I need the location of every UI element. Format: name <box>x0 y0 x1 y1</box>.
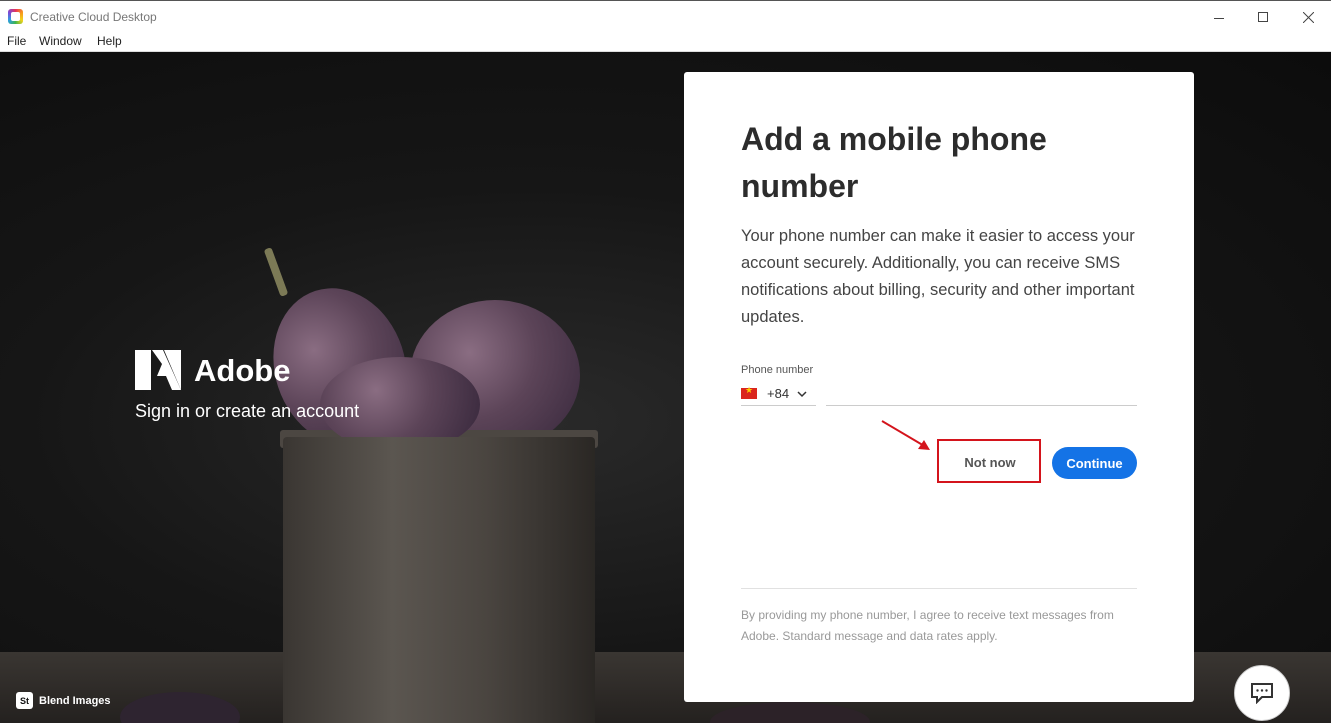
menu-file[interactable]: File <box>7 34 26 48</box>
credit-text: Blend Images <box>39 694 111 707</box>
phone-dialog: Add a mobile phone number Your phone num… <box>684 72 1194 702</box>
vietnam-flag-icon <box>741 385 757 399</box>
maximize-button[interactable] <box>1240 1 1286 33</box>
country-code: +84 <box>767 386 790 401</box>
maximize-icon <box>1258 12 1268 22</box>
menu-help[interactable]: Help <box>97 34 122 48</box>
phone-label: Phone number <box>741 364 814 376</box>
brand-tagline: Sign in or create an account <box>135 401 360 421</box>
country-code-picker[interactable]: +84 <box>741 382 816 406</box>
not-now-button[interactable]: Not now <box>947 447 1033 477</box>
legal-text: By providing my phone number, I agree to… <box>741 608 1114 643</box>
minimize-button[interactable] <box>1196 1 1242 33</box>
adobe-wordmark: Adobe <box>194 353 291 388</box>
stock-credit: St Blend Images <box>16 692 111 709</box>
dialog-title: Add a mobile phone number <box>741 121 1047 204</box>
minimize-icon <box>1214 17 1224 19</box>
title-bar: Creative Cloud Desktop <box>0 0 1331 32</box>
adobe-stock-icon: St <box>16 692 33 709</box>
close-button[interactable] <box>1285 1 1331 33</box>
phone-number-input[interactable] <box>826 382 1137 406</box>
menu-bar: File Window Help <box>0 32 1331 52</box>
menu-window[interactable]: Window <box>39 34 82 48</box>
pot <box>283 437 595 723</box>
divider <box>741 588 1137 589</box>
adobe-logo-icon <box>135 350 181 390</box>
continue-button[interactable]: Continue <box>1052 447 1137 479</box>
window-title: Creative Cloud Desktop <box>30 10 157 24</box>
chevron-down-icon <box>797 390 807 397</box>
chat-icon <box>1251 683 1273 704</box>
fig-stem <box>263 247 289 297</box>
chat-button[interactable] <box>1234 665 1290 721</box>
dialog-description: Your phone number can make it easier to … <box>741 227 1135 326</box>
close-icon <box>1302 11 1314 23</box>
annotation-arrow-icon <box>881 420 930 450</box>
creative-cloud-icon <box>8 9 23 24</box>
